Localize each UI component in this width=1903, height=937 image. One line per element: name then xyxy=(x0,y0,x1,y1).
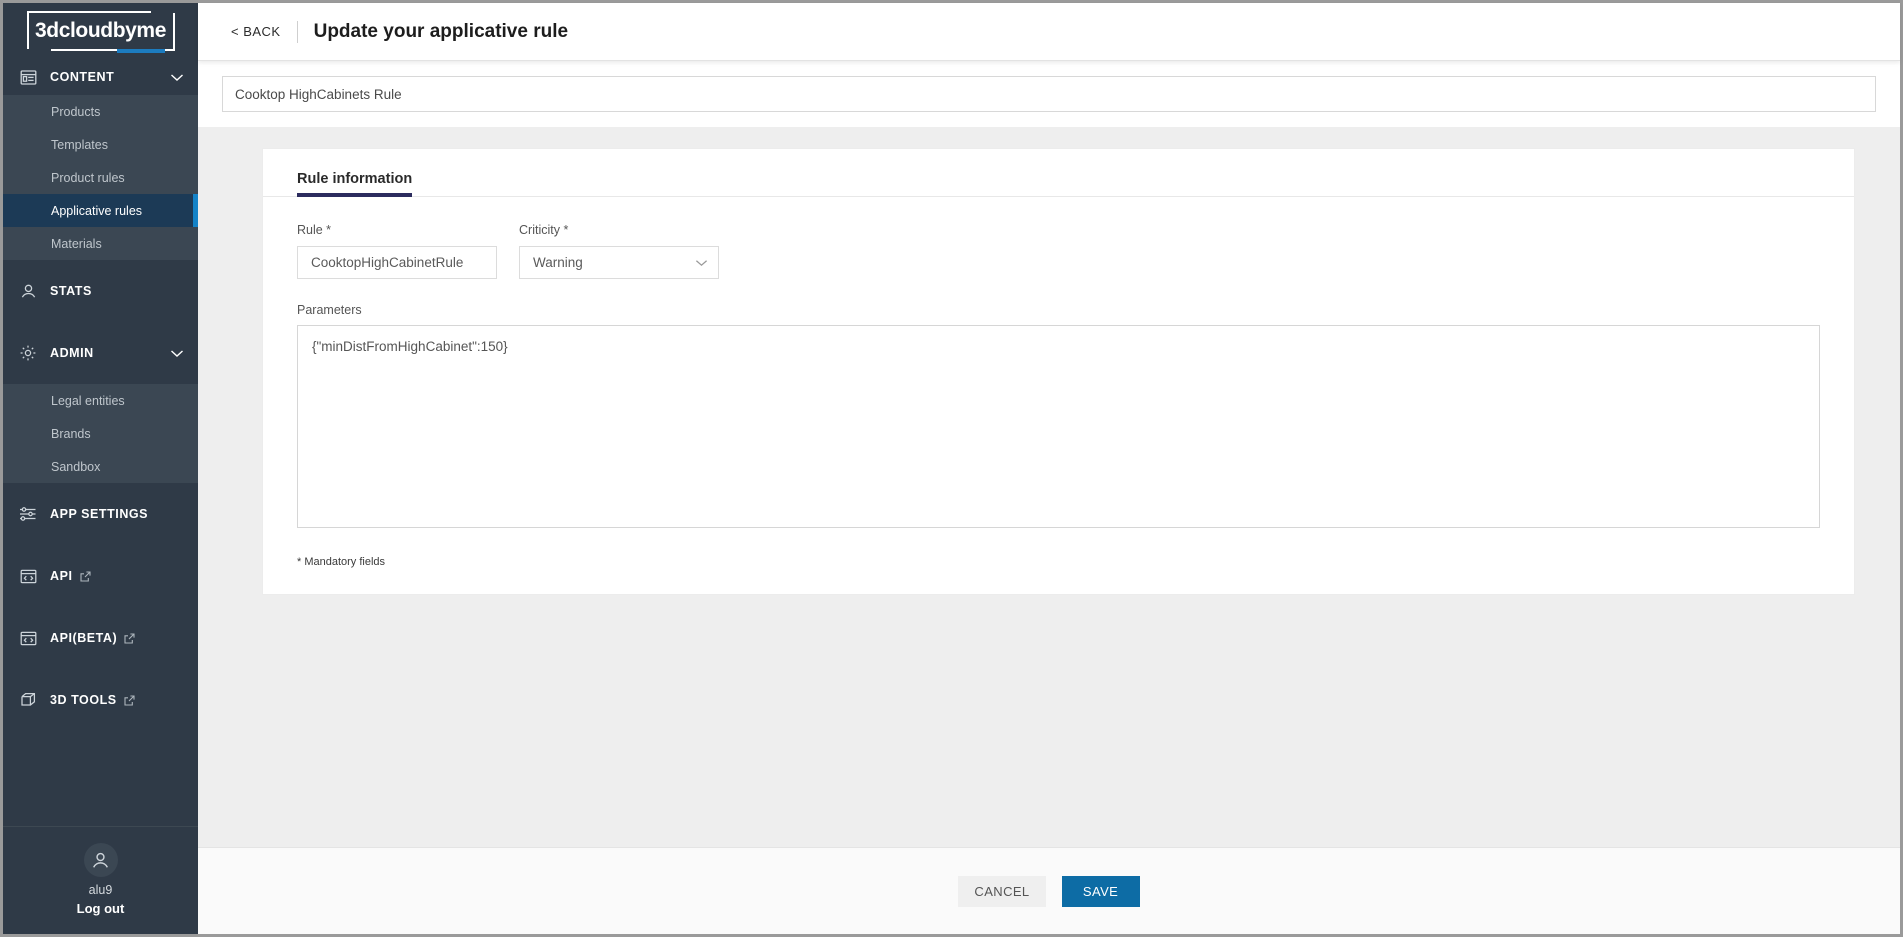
tab-rule-information[interactable]: Rule information xyxy=(297,171,413,197)
sidebar-item-templates[interactable]: Templates xyxy=(3,128,198,161)
criticity-select-wrap[interactable]: Warning xyxy=(519,246,719,279)
parameters-field-label: Parameters xyxy=(297,303,362,317)
sidebar-group-label: STATS xyxy=(50,284,92,298)
tab-label: Rule information xyxy=(297,171,413,187)
main-area: < BACK Update your applicative rule Rule… xyxy=(198,3,1900,934)
sidebar-submenu-content: Products Templates Product rules Applica… xyxy=(3,95,198,260)
sidebar-item-brands[interactable]: Brands xyxy=(3,417,198,450)
rule-title-input[interactable] xyxy=(222,76,1876,112)
rule-input[interactable] xyxy=(297,246,497,279)
sidebar-group-label: 3D TOOLS xyxy=(50,693,117,707)
sidebar-item-legal-entities[interactable]: Legal entities xyxy=(3,384,198,417)
external-link-icon xyxy=(124,694,135,706)
cube-icon xyxy=(17,689,39,711)
sidebar-item-label: Applicative rules xyxy=(51,203,143,218)
sidebar: 3dcloudbyme CONTENT Products Templates P… xyxy=(3,3,198,934)
rule-information-card: Rule information Rule * Criticity * Warn… xyxy=(262,148,1855,595)
sidebar-group-app-settings[interactable]: APP SETTINGS xyxy=(3,483,198,545)
sidebar-group-admin[interactable]: ADMIN xyxy=(3,322,198,384)
code-window-icon xyxy=(17,565,39,587)
logo-notch-top xyxy=(150,9,177,13)
sidebar-item-label: Legal entities xyxy=(51,393,125,408)
layout-window-icon xyxy=(17,66,39,88)
sidebar-nav: CONTENT Products Templates Product rules xyxy=(3,59,198,826)
rule-title-bar xyxy=(198,61,1900,127)
sidebar-footer: alu9 Log out xyxy=(3,826,198,934)
sidebar-item-label: Sandbox xyxy=(51,459,101,474)
sidebar-item-label: Materials xyxy=(51,236,102,251)
sidebar-item-label: Product rules xyxy=(51,170,125,185)
sidebar-item-label: Products xyxy=(51,104,101,119)
sidebar-group-stats[interactable]: STATS xyxy=(3,260,198,322)
sidebar-item-label: Brands xyxy=(51,426,91,441)
sidebar-group-label: CONTENT xyxy=(50,70,115,84)
logo-text: 3dcloudbyme xyxy=(35,19,166,42)
sidebar-item-products[interactable]: Products xyxy=(3,95,198,128)
card-tabs: Rule information xyxy=(263,149,1854,197)
save-button[interactable]: SAVE xyxy=(1061,875,1140,907)
card-body: Rule * Criticity * Warning xyxy=(263,197,1854,594)
brand-logo[interactable]: 3dcloudbyme xyxy=(3,3,198,59)
page-title: Update your applicative rule xyxy=(313,20,569,42)
external-link-icon xyxy=(124,632,135,644)
action-bar: CANCEL SAVE xyxy=(198,847,1900,934)
sidebar-item-label: Templates xyxy=(51,137,108,152)
parameters-textarea[interactable] xyxy=(297,325,1820,528)
logo-accent-bar xyxy=(116,49,165,53)
fields-row: Rule * Criticity * Warning xyxy=(297,223,1820,279)
sidebar-submenu-admin: Legal entities Brands Sandbox xyxy=(3,384,198,483)
sidebar-item-product-rules[interactable]: Product rules xyxy=(3,161,198,194)
sidebar-item-materials[interactable]: Materials xyxy=(3,227,198,260)
gear-icon xyxy=(17,342,39,364)
sidebar-group-content[interactable]: CONTENT xyxy=(3,59,198,95)
back-button[interactable]: < BACK xyxy=(231,24,281,39)
content-area: Rule information Rule * Criticity * Warn… xyxy=(198,127,1900,847)
criticity-field-label: Criticity * xyxy=(519,223,569,237)
sliders-icon xyxy=(17,503,39,525)
sidebar-group-label: APP SETTINGS xyxy=(50,507,149,521)
sidebar-item-sandbox[interactable]: Sandbox xyxy=(3,450,198,483)
user-avatar-icon[interactable] xyxy=(83,843,118,877)
criticity-field: Criticity * Warning xyxy=(519,223,719,279)
user-icon xyxy=(17,280,39,302)
app-window: 3dcloudbyme CONTENT Products Templates P… xyxy=(0,0,1903,937)
username-label: alu9 xyxy=(88,883,113,897)
sidebar-group-api[interactable]: API xyxy=(3,545,198,607)
rule-field: Rule * xyxy=(297,223,497,279)
rule-field-label: Rule * xyxy=(297,223,332,237)
logo-notch-left xyxy=(24,49,51,53)
chevron-down-icon xyxy=(170,73,184,82)
code-window-icon xyxy=(17,627,39,649)
sidebar-group-label: ADMIN xyxy=(50,346,94,360)
sidebar-group-label: API(BETA) xyxy=(50,631,118,645)
topbar-divider xyxy=(296,20,298,43)
top-bar: < BACK Update your applicative rule xyxy=(198,3,1900,61)
parameters-field: Parameters xyxy=(297,303,1820,528)
criticity-select-value[interactable]: Warning xyxy=(519,246,719,279)
mandatory-fields-note: * Mandatory fields xyxy=(297,556,386,568)
cancel-button[interactable]: CANCEL xyxy=(958,875,1046,907)
sidebar-item-applicative-rules[interactable]: Applicative rules xyxy=(3,194,198,227)
external-link-icon xyxy=(79,570,91,582)
chevron-down-icon xyxy=(170,349,184,358)
sidebar-group-3d-tools[interactable]: 3D TOOLS xyxy=(3,669,198,731)
sidebar-group-api-beta[interactable]: API(BETA) xyxy=(3,607,198,669)
sidebar-group-label: API xyxy=(50,569,73,583)
logout-button[interactable]: Log out xyxy=(3,901,198,916)
